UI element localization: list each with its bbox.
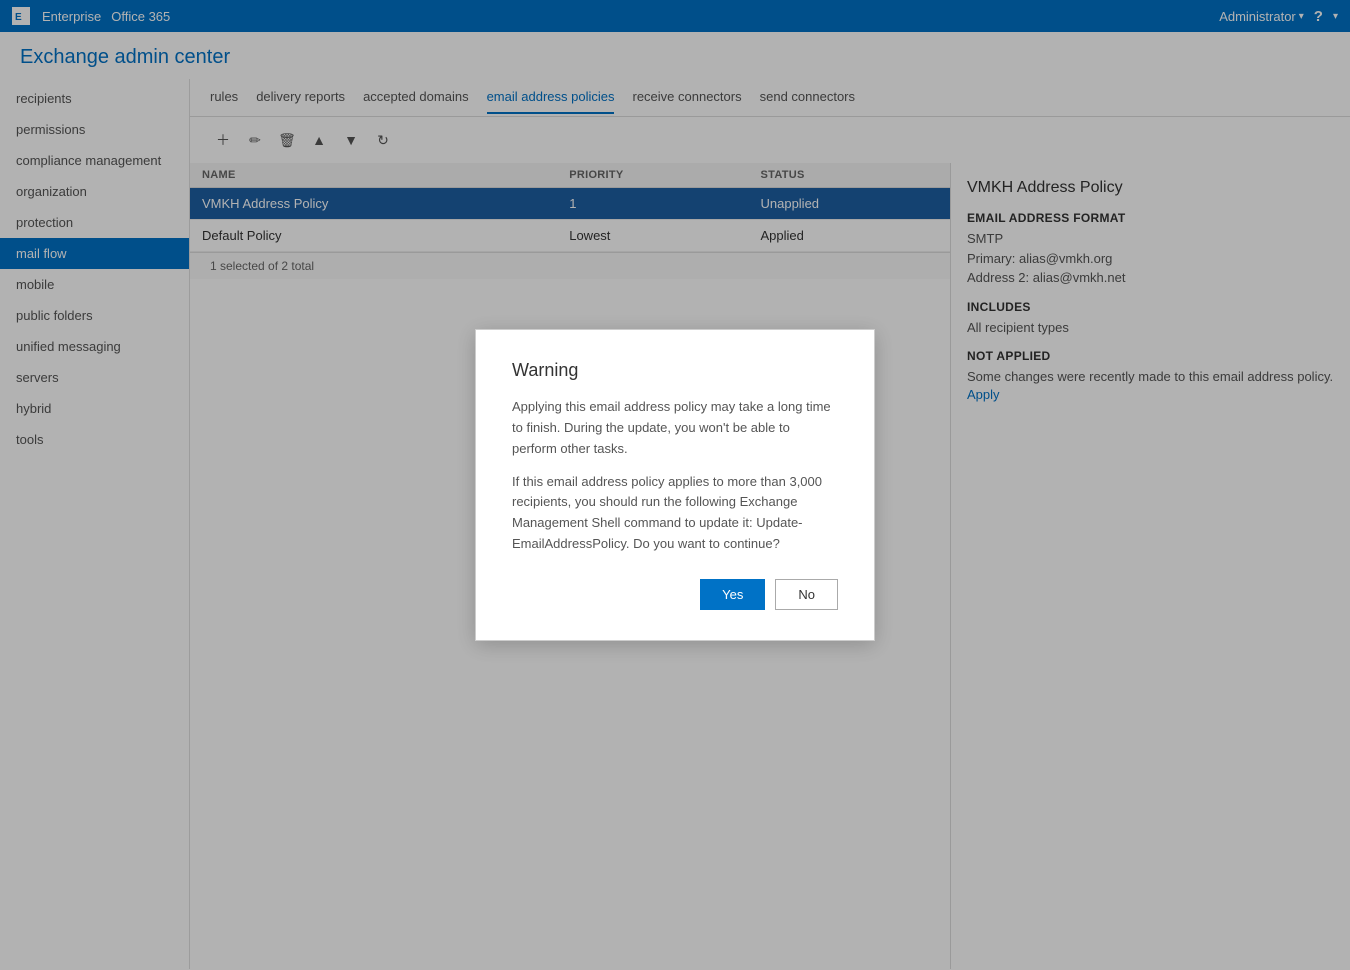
modal-buttons: Yes No: [512, 579, 838, 610]
yes-button[interactable]: Yes: [700, 579, 765, 610]
modal-paragraph2: If this email address policy applies to …: [512, 472, 838, 555]
modal-title: Warning: [512, 360, 838, 381]
modal-paragraph1: Applying this email address policy may t…: [512, 397, 838, 459]
no-button[interactable]: No: [775, 579, 838, 610]
modal-overlay: Warning Applying this email address poli…: [0, 0, 1350, 970]
warning-modal: Warning Applying this email address poli…: [475, 329, 875, 641]
